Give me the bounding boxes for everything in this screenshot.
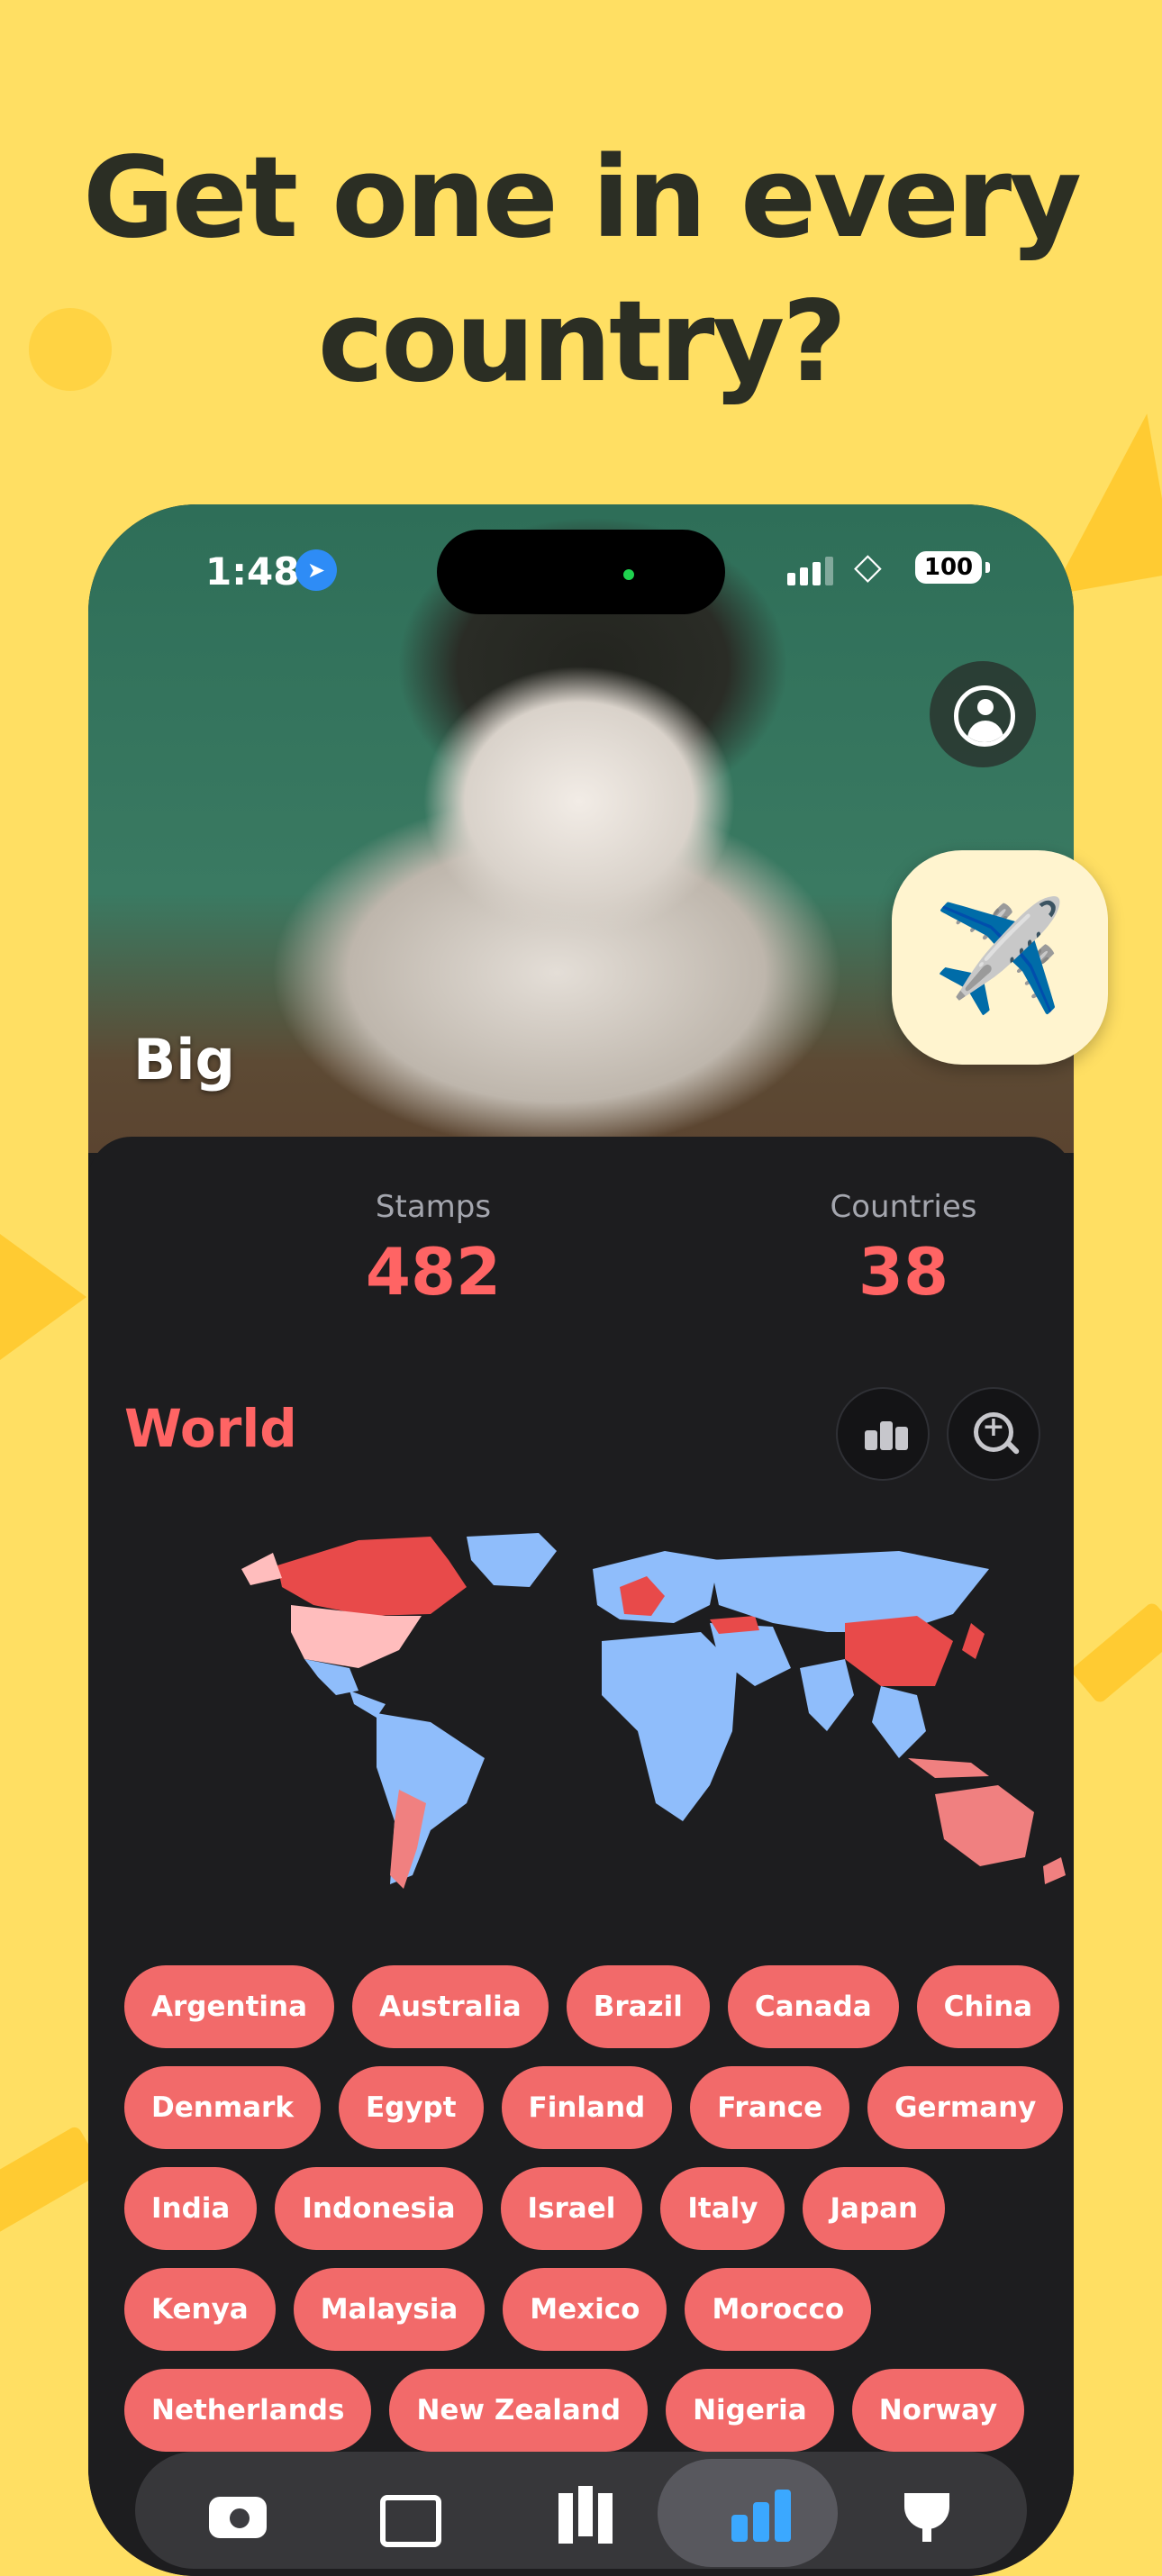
airplane-icon: ✈️	[932, 894, 1067, 1020]
countries-count: 38	[858, 1234, 949, 1310]
tab-trophies[interactable]	[892, 2477, 973, 2549]
phone-screen: 1:48 ➤ ◇ 100 Big Stamps 482 Countries 38…	[88, 504, 1074, 2576]
map-southeast-asia	[872, 1686, 926, 1758]
battery-tip-icon	[985, 562, 990, 573]
stats-panel: Stamps 482 Countries 38 World + Argentin…	[88, 1137, 1074, 2576]
headline: Get one in every country?	[0, 126, 1162, 414]
decor-triangle	[0, 1234, 86, 1360]
country-chip[interactable]: Nigeria	[666, 2369, 834, 2452]
tab-stats[interactable]	[719, 2477, 800, 2549]
wifi-icon: ◇	[854, 546, 882, 587]
decor-bar	[1069, 1601, 1162, 1705]
country-chip[interactable]: China	[916, 1965, 1060, 2048]
country-chip[interactable]: New Zealand	[389, 2369, 649, 2452]
map-canada	[277, 1537, 467, 1616]
tab-map[interactable]	[546, 2477, 627, 2549]
trophy-icon	[904, 2493, 949, 2529]
location-arrow-icon: ➤	[295, 549, 337, 591]
country-chip[interactable]: Australia	[352, 1965, 549, 2048]
country-chip[interactable]: Mexico	[503, 2268, 667, 2351]
battery-indicator: 100	[915, 551, 982, 584]
tab-photos[interactable]	[373, 2477, 454, 2549]
country-chip[interactable]: Brazil	[566, 1965, 710, 2048]
world-map[interactable]	[88, 1533, 1074, 1911]
country-chip[interactable]: Japan	[803, 2167, 946, 2250]
stamps-label: Stamps	[375, 1189, 492, 1225]
visited-countries: Argentina Australia Brazil Canada China Denm…	[124, 1965, 1064, 2470]
headline-line-2: country?	[317, 277, 847, 407]
bar-chart-icon	[865, 1430, 877, 1450]
map-africa	[602, 1632, 737, 1821]
headline-line-1: Get one in every	[82, 133, 1082, 263]
stats-icon	[731, 2515, 748, 2542]
person-icon	[954, 685, 1015, 747]
photos-icon	[380, 2495, 441, 2547]
country-chip[interactable]: Argentina	[124, 1965, 334, 2048]
status-time: 1:48	[205, 549, 300, 594]
map-india	[800, 1659, 854, 1731]
country-chip[interactable]: Canada	[727, 1965, 899, 2048]
chart-view-button[interactable]	[836, 1387, 930, 1481]
profile-button[interactable]	[930, 661, 1036, 767]
map-section-title: World	[124, 1398, 297, 1459]
map-alaska	[241, 1553, 282, 1585]
map-china	[845, 1616, 953, 1686]
country-chip[interactable]: Denmark	[124, 2066, 321, 2149]
country-chip[interactable]: Morocco	[685, 2268, 872, 2351]
map-greenland	[467, 1533, 557, 1587]
stamps-stat: Stamps 482	[253, 1189, 613, 1310]
travel-button[interactable]: ✈️	[892, 850, 1108, 1065]
countries-stat: Countries 38	[723, 1189, 1074, 1310]
map-new-zealand	[1043, 1857, 1066, 1884]
country-chip[interactable]: Malaysia	[293, 2268, 486, 2351]
country-chip[interactable]: India	[124, 2167, 258, 2250]
countries-label: Countries	[830, 1189, 977, 1225]
country-chip[interactable]: Norway	[851, 2369, 1025, 2452]
country-chip[interactable]: Italy	[660, 2167, 785, 2250]
stamps-count: 482	[365, 1234, 502, 1310]
country-chip[interactable]: Kenya	[124, 2268, 276, 2351]
map-japan	[962, 1623, 985, 1659]
map-icon	[558, 2493, 573, 2544]
map-australia	[935, 1785, 1034, 1866]
country-chip[interactable]: Germany	[867, 2066, 1064, 2149]
dynamic-island	[437, 530, 725, 614]
country-chip[interactable]: Egypt	[338, 2066, 484, 2149]
zoom-button[interactable]: +	[947, 1387, 1040, 1481]
country-chip[interactable]: France	[690, 2066, 850, 2149]
country-chip[interactable]: Israel	[500, 2167, 643, 2250]
map-indonesia	[908, 1758, 989, 1778]
country-chip[interactable]: Indonesia	[275, 2167, 483, 2250]
tab-camera[interactable]	[200, 2477, 281, 2549]
country-chip[interactable]: Netherlands	[124, 2369, 372, 2452]
map-central-america	[350, 1691, 386, 1718]
pet-name: Big	[133, 1027, 235, 1093]
tab-bar	[135, 2452, 1027, 2569]
country-chip[interactable]: Finland	[501, 2066, 673, 2149]
camera-indicator-icon	[623, 569, 634, 580]
cellular-signal-icon	[787, 557, 838, 585]
